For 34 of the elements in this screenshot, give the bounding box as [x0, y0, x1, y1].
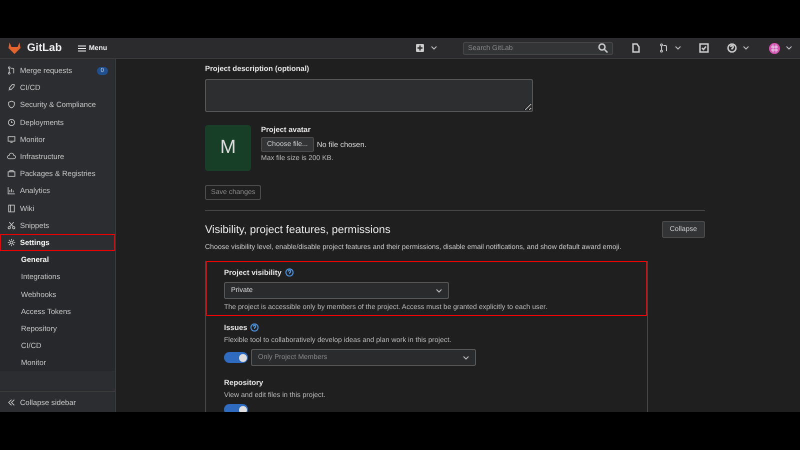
cloud-icon — [7, 152, 16, 162]
search-icon — [598, 43, 608, 53]
caret-icon — [431, 46, 437, 50]
help-icon[interactable] — [250, 323, 260, 332]
fox-logo-icon[interactable] — [8, 42, 21, 54]
toggle-switch[interactable] — [224, 352, 248, 363]
help-icon[interactable] — [284, 268, 294, 277]
section-title: Visibility, project features, permissions — [205, 224, 390, 236]
chart-icon — [7, 186, 16, 196]
merge-icon[interactable] — [659, 43, 669, 53]
caret-icon — [743, 46, 749, 50]
toggle-switch[interactable] — [224, 404, 248, 412]
monitor-icon — [7, 134, 16, 144]
package-icon — [7, 169, 16, 178]
menu-icon — [78, 44, 86, 52]
description-field[interactable] — [205, 79, 533, 112]
scissors-icon — [7, 220, 16, 230]
user-avatar-icon[interactable] — [769, 42, 780, 54]
caret-icon — [436, 288, 442, 292]
brand-name: GitLab — [27, 42, 62, 54]
todo-icon[interactable] — [699, 43, 709, 53]
caret-icon — [463, 356, 469, 360]
document-icon[interactable] — [631, 43, 641, 53]
shield-icon — [7, 100, 16, 110]
double-chevron-icon — [7, 398, 16, 406]
caret-icon — [675, 46, 681, 50]
plus-icon[interactable] — [415, 43, 425, 53]
caret-icon — [786, 46, 792, 50]
gear-icon — [7, 238, 16, 247]
rocket-icon — [7, 83, 16, 92]
book-icon — [7, 204, 16, 213]
project-avatar: M — [205, 125, 251, 171]
merge-icon — [7, 66, 16, 76]
help-icon[interactable] — [727, 43, 737, 53]
